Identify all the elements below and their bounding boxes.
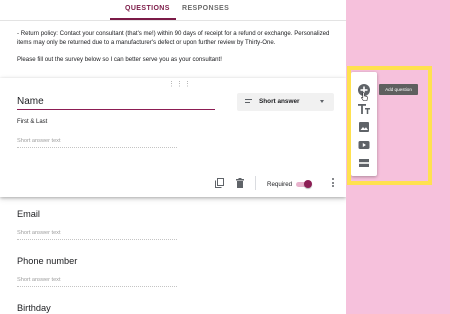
question-type-label: Short answer: [259, 98, 300, 105]
answer-placeholder-phone: Short answer text: [17, 277, 177, 287]
answer-placeholder-email: Short answer text: [17, 230, 177, 240]
more-options-icon[interactable]: [331, 178, 335, 189]
add-question-tooltip: Add question: [379, 84, 418, 95]
required-label: Required: [267, 181, 293, 188]
question-description[interactable]: First & Last: [17, 119, 47, 125]
question-title-email[interactable]: Email: [17, 209, 40, 219]
short-answer-icon: [245, 99, 252, 104]
tab-responses[interactable]: RESPONSES: [182, 5, 229, 12]
question-card-active[interactable]: ⋮⋮⋮ Name Short answer First & Last Short…: [0, 78, 346, 197]
required-toggle[interactable]: [296, 180, 312, 188]
footer-divider: [255, 176, 256, 190]
tab-questions[interactable]: QUESTIONS: [125, 5, 170, 12]
tab-bar: QUESTIONS RESPONSES: [0, 0, 346, 21]
return-policy-text: - Return policy: Contact your consultant…: [17, 30, 330, 46]
chevron-down-icon: [320, 100, 324, 103]
question-title-input[interactable]: Name: [17, 96, 215, 110]
form-instruction-text: Please fill out the survey below so I ca…: [17, 56, 222, 63]
question-type-dropdown[interactable]: Short answer: [237, 93, 334, 111]
hand-cursor-icon: [361, 92, 368, 101]
form-editor: QUESTIONS RESPONSES - Return policy: Con…: [0, 0, 346, 314]
question-title-phone[interactable]: Phone number: [17, 256, 77, 266]
question-title-birthday[interactable]: Birthday: [17, 303, 51, 313]
delete-icon[interactable]: [236, 178, 244, 188]
answer-placeholder: Short answer text: [17, 138, 177, 148]
duplicate-icon[interactable]: [215, 178, 224, 188]
active-tab-indicator: [110, 18, 176, 20]
drag-handle-icon[interactable]: ⋮⋮⋮: [168, 80, 192, 88]
